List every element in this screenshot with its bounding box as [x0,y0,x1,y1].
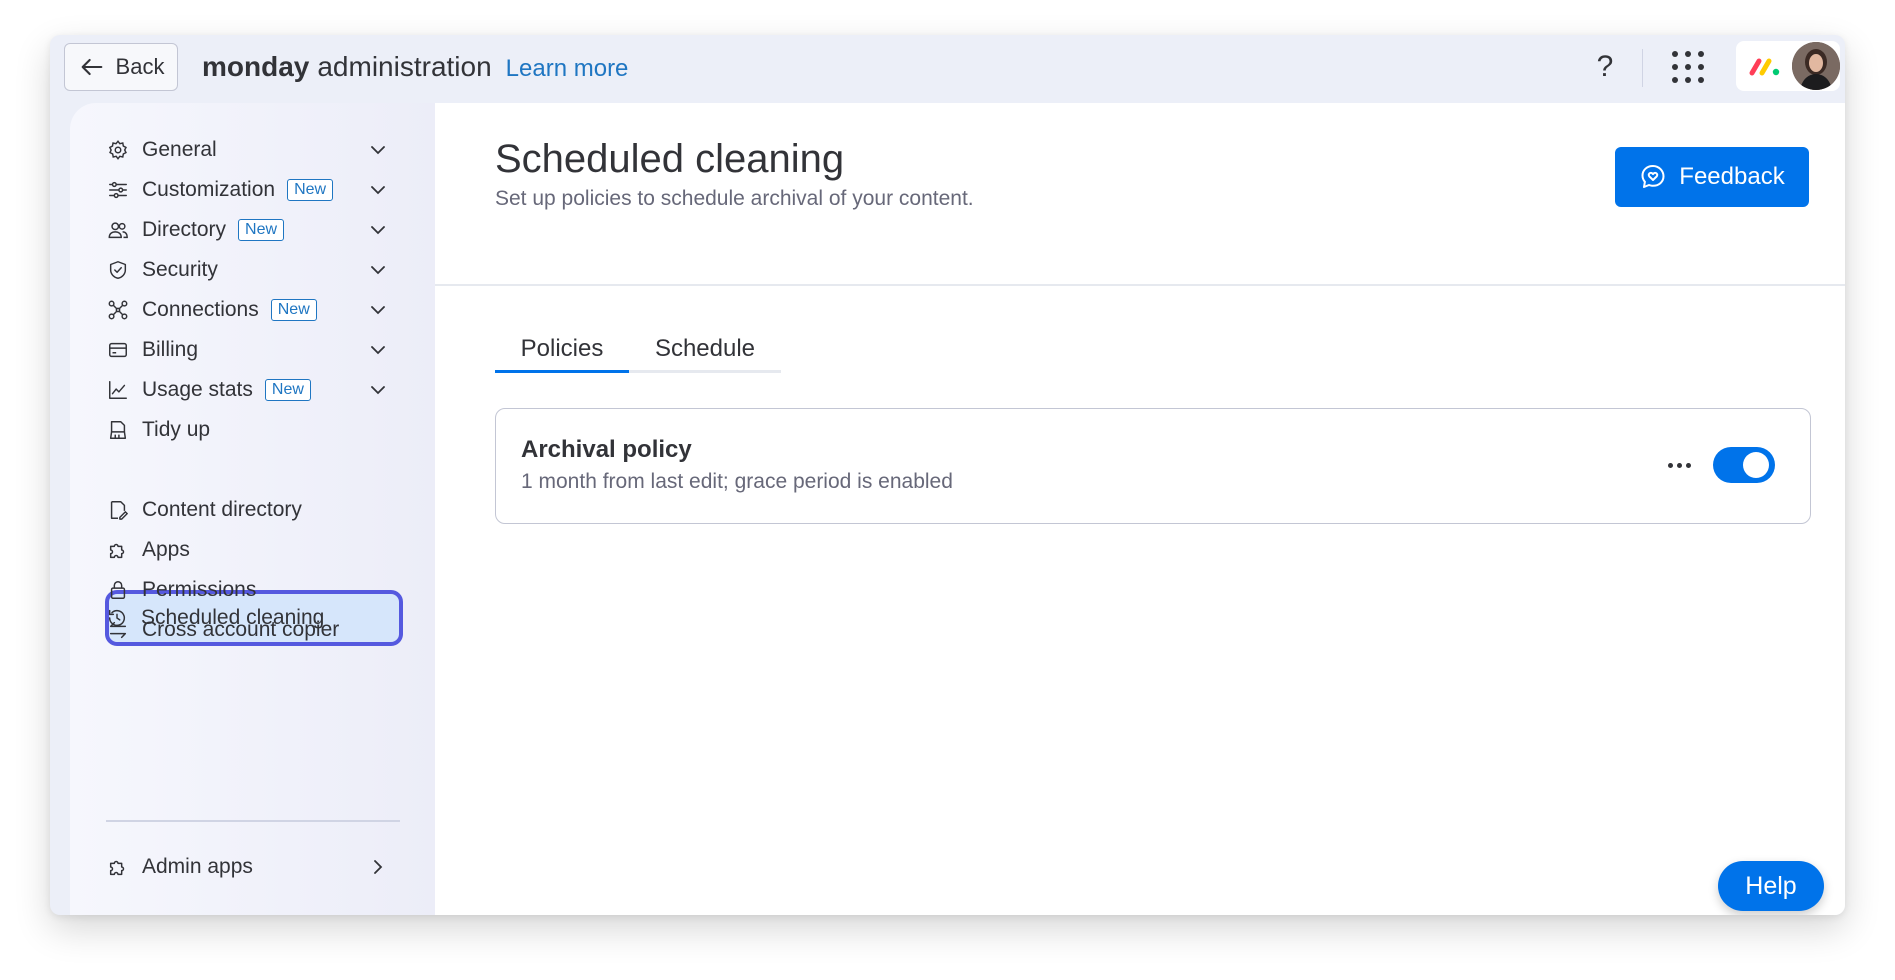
feedback-heart-icon [1641,165,1665,188]
chevron-down-icon[interactable] [366,378,390,402]
tab-policies[interactable]: Policies [495,325,629,373]
sliders-icon [106,178,130,202]
sidebar-item-label: Apps [142,538,190,561]
help-question-icon[interactable]: ? [1585,47,1625,87]
sidebar-item-usage-stats[interactable]: Usage stats New [106,370,406,410]
sidebar-item-directory[interactable]: Directory New [106,210,406,250]
new-badge: New [270,299,317,321]
sidebar-item-label: Tidy up [142,418,211,441]
billing-icon [106,338,130,362]
sidebar-item-label: Customization [142,178,276,201]
users-icon [106,218,130,242]
sidebar-item-label: General [142,138,217,161]
sidebar-item-permissions[interactable]: Permissions [106,570,406,610]
avatar[interactable] [1792,42,1840,90]
chevron-down-icon[interactable] [366,138,390,162]
more-options-icon[interactable] [1661,447,1697,483]
sidebar-item-label: Billing [142,338,199,361]
main-panel: Scheduled cleaning Set up policies to sc… [435,103,1845,915]
app-window: Back monday administration Learn more ? [50,35,1845,915]
sidebar-item-apps[interactable]: Apps [106,530,406,570]
gear-icon [106,138,130,162]
brand-bold: monday [202,51,310,82]
chevron-down-icon[interactable] [366,298,390,322]
apps-grid-icon[interactable] [1670,49,1706,85]
brand-rest: administration [317,51,492,82]
learn-more-link[interactable]: Learn more [506,55,629,83]
content-icon [106,498,130,522]
new-badge: New [264,379,311,401]
chevron-down-icon[interactable] [366,338,390,362]
account-switcher[interactable] [1736,41,1840,91]
chevron-right-icon[interactable] [366,855,390,879]
sidebar-item-label: Usage stats [142,378,253,401]
broom-icon [106,418,130,442]
monday-logo-icon [1749,58,1780,76]
sidebar-item-label: Content directory [142,498,302,521]
new-badge: New [287,179,334,201]
sidebar-item-admin-apps[interactable]: Admin apps [106,847,406,887]
puzzle-icon [106,538,130,562]
transfer-icon [106,618,130,642]
header-divider [435,284,1845,286]
sidebar-item-cross-account-copier[interactable]: Cross account copier [106,610,406,650]
sidebar-item-tidy-up[interactable]: Tidy up [106,410,406,450]
feedback-button[interactable]: Feedback [1615,147,1809,207]
sidebar-divider [106,820,400,822]
toggle-knob [1743,452,1769,478]
lock-icon [106,578,130,602]
feedback-label: Feedback [1679,163,1785,190]
topbar-divider [1642,49,1643,87]
sidebar-item-label: Directory [142,218,227,241]
new-badge: New [238,219,285,241]
brand-title: monday administration Learn more [202,51,628,83]
puzzle-icon [106,855,130,879]
sidebar-item-label: Cross account copier [142,618,340,641]
back-label: Back [115,54,165,79]
sidebar: General Customization New Directory New … [70,103,435,915]
tab-selected-indicator [495,370,629,373]
tab-bar: Policies Schedule [495,325,781,373]
sidebar-item-label: Permissions [142,578,257,601]
shield-icon [106,258,130,282]
sidebar-item-label: Admin apps [142,855,253,878]
page-title: Scheduled cleaning [495,137,845,181]
user-photo-icon [1792,42,1840,90]
chart-icon [106,378,130,402]
sidebar-item-customization[interactable]: Customization New [106,170,406,210]
policy-card[interactable]: Archival policy 1 month from last edit; … [495,408,1811,524]
sidebar-item-content-directory[interactable]: Content directory [106,490,406,530]
chevron-down-icon[interactable] [366,178,390,202]
sidebar-item-connections[interactable]: Connections New [106,290,406,330]
sidebar-item-general[interactable]: General [106,130,406,170]
policy-enabled-toggle[interactable] [1713,447,1775,483]
policy-title: Archival policy [521,436,692,463]
chevron-down-icon[interactable] [366,218,390,242]
help-button[interactable]: Help [1718,861,1824,911]
sidebar-item-label: Connections [142,298,259,321]
chevron-down-icon[interactable] [366,258,390,282]
tab-schedule[interactable]: Schedule [629,325,781,373]
sidebar-item-label: Security [142,258,218,281]
page-subtitle: Set up policies to schedule archival of … [495,187,974,210]
arrow-left-icon [81,58,102,76]
back-button[interactable]: Back [64,43,178,91]
sidebar-item-security[interactable]: Security [106,250,406,290]
policy-description: 1 month from last edit; grace period is … [521,470,953,493]
sidebar-item-billing[interactable]: Billing [106,330,406,370]
connections-icon [106,298,130,322]
